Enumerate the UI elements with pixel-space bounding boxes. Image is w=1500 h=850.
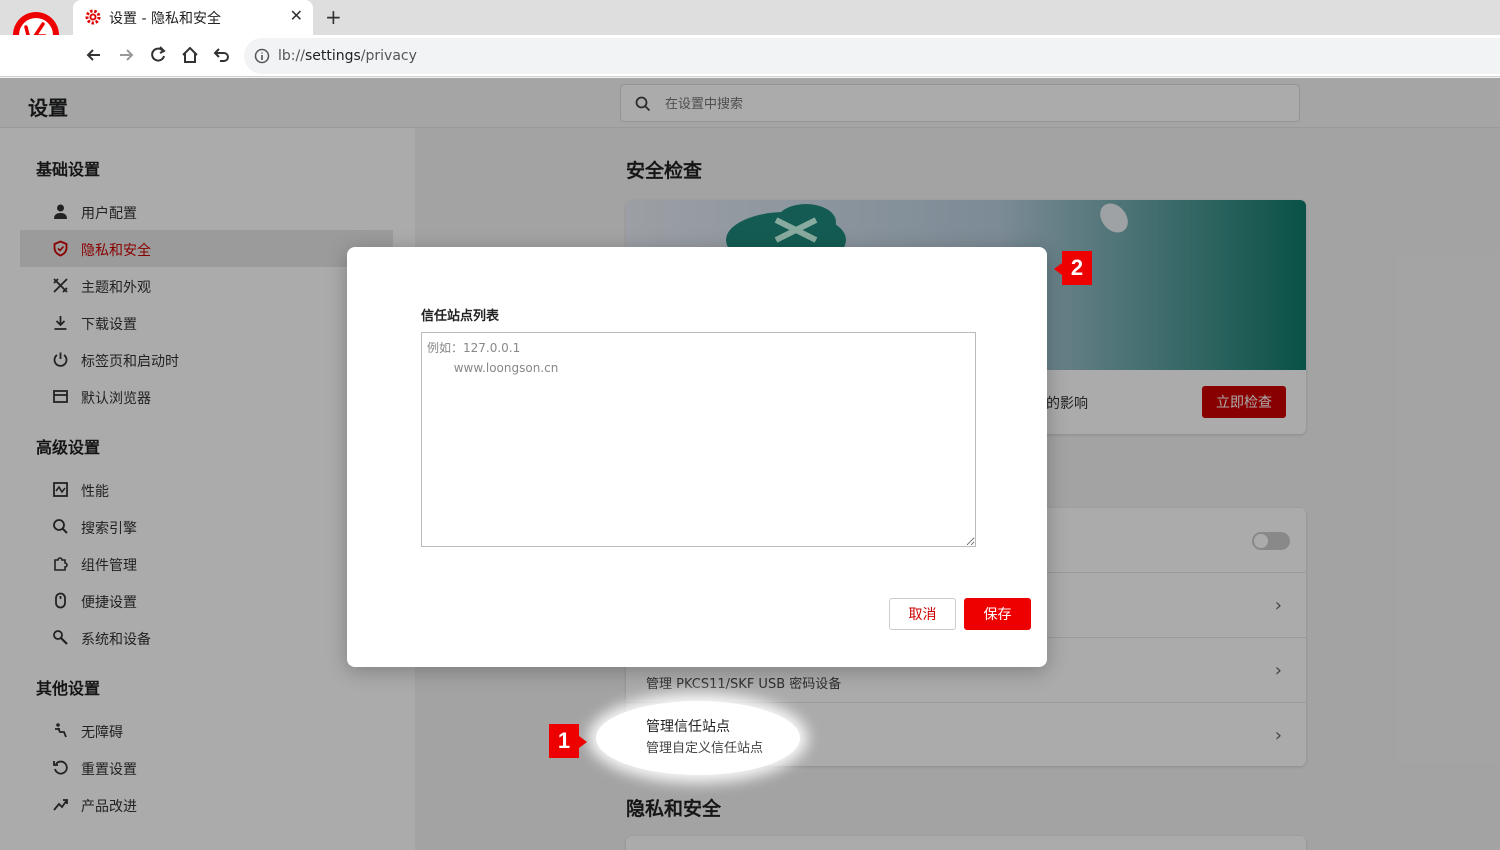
new-tab-icon[interactable]: + xyxy=(325,5,342,29)
home-icon[interactable] xyxy=(180,45,200,65)
tab-settings-privacy[interactable]: 设置 - 隐私和安全 ✕ xyxy=(73,0,313,35)
undo-icon[interactable] xyxy=(212,45,232,65)
tab-title: 设置 - 隐私和安全 xyxy=(109,11,221,27)
trusted-sites-textarea[interactable] xyxy=(421,332,976,547)
step-marker-1: 1 xyxy=(549,724,587,758)
trusted-sites-dialog: 信任站点列表 取消 保存 xyxy=(347,247,1047,667)
trusted-sites-spotlight[interactable]: 管理信任站点 管理自定义信任站点 xyxy=(596,701,800,775)
trusted-sites-label: 信任站点列表 xyxy=(421,309,500,324)
save-button[interactable]: 保存 xyxy=(964,598,1031,630)
browser-toolbar: lb://settings/privacy xyxy=(0,35,1500,77)
back-arrow-icon[interactable] xyxy=(84,45,104,65)
trusted-sites-title: 管理信任站点 xyxy=(646,719,730,735)
address-bar[interactable]: lb://settings/privacy xyxy=(244,38,1500,74)
cancel-button[interactable]: 取消 xyxy=(889,598,956,630)
reload-icon[interactable] xyxy=(148,45,168,65)
info-icon[interactable] xyxy=(254,48,270,64)
close-icon[interactable]: ✕ xyxy=(290,6,303,25)
gear-icon xyxy=(85,9,101,25)
tab-strip: 设置 - 隐私和安全 ✕ + xyxy=(0,0,1500,58)
url-text: lb://settings/privacy xyxy=(278,48,417,64)
step-marker-2: 2 xyxy=(1054,251,1092,285)
trusted-sites-desc: 管理自定义信任站点 xyxy=(646,741,764,756)
forward-arrow-icon[interactable] xyxy=(116,45,136,65)
